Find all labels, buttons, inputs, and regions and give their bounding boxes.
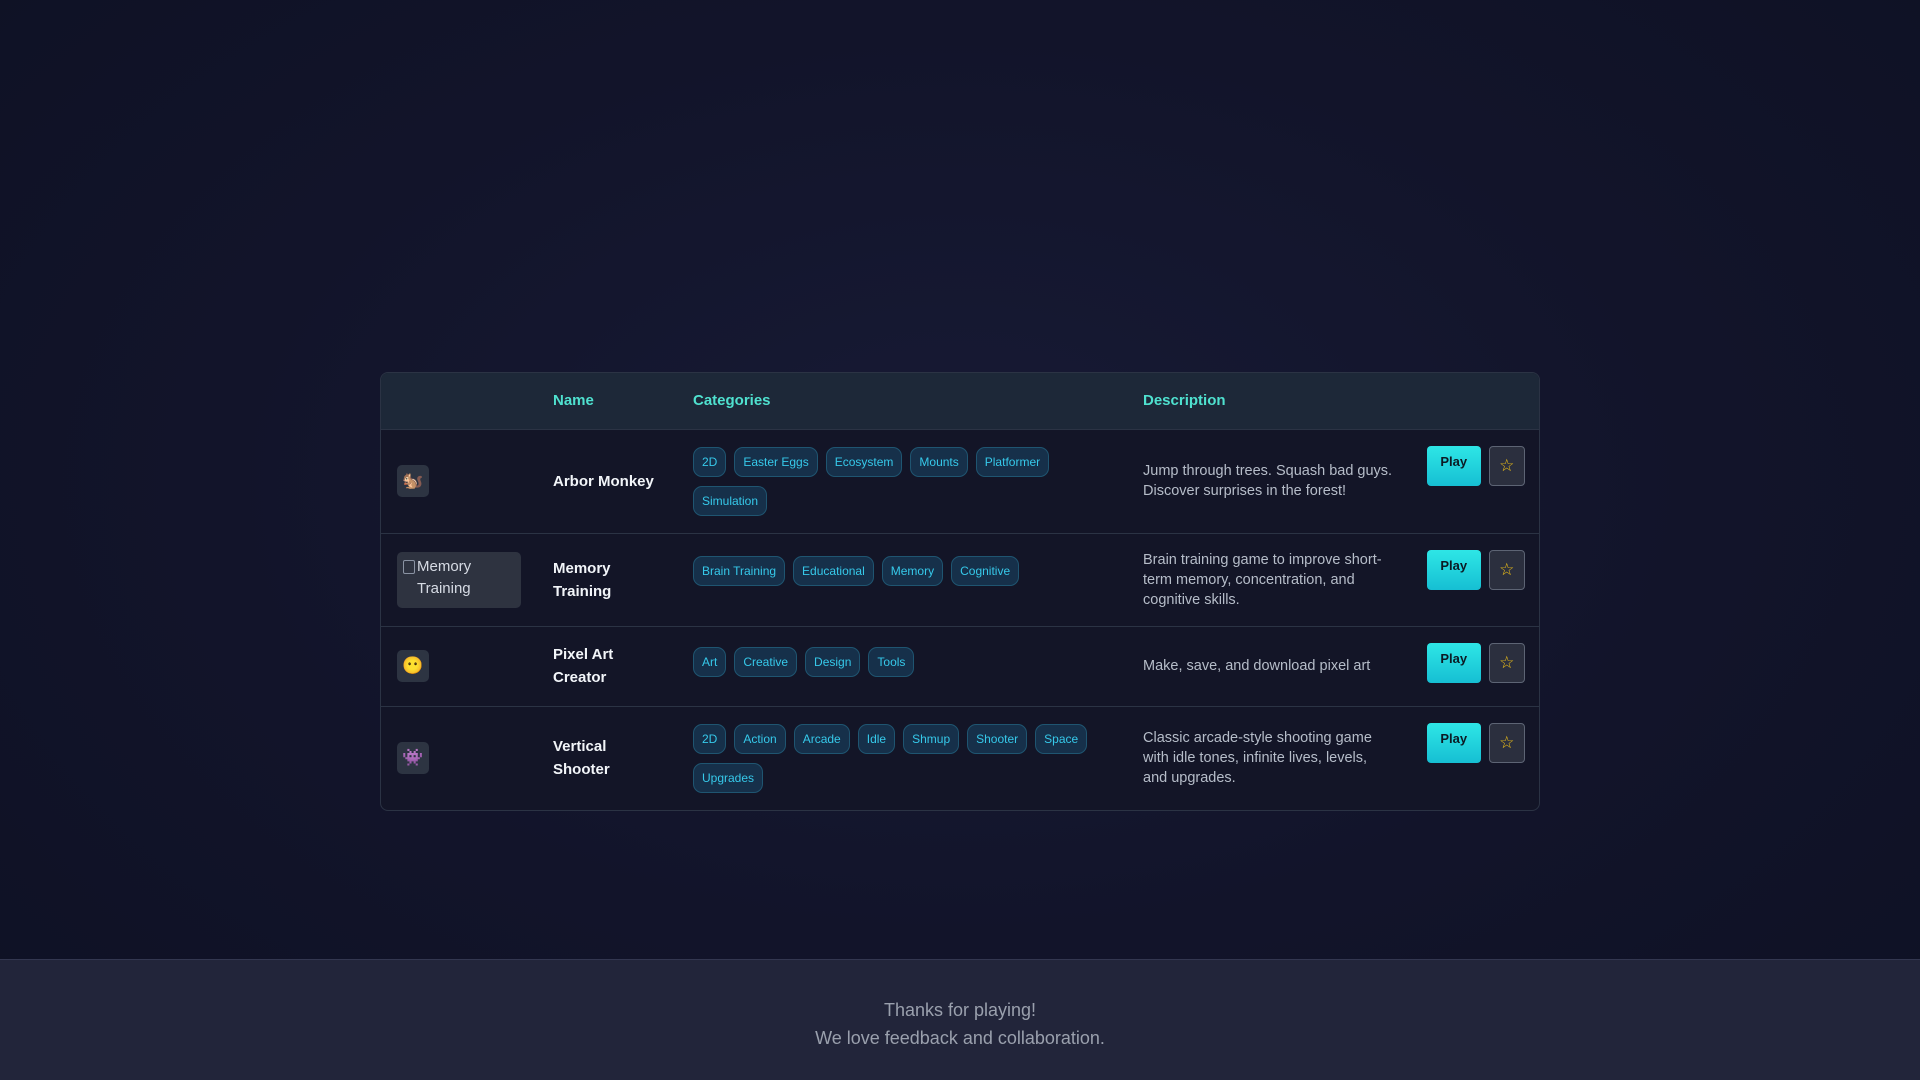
category-tag: Action <box>734 723 786 754</box>
row-actions: Play ☆ <box>1427 722 1525 763</box>
category-tag: 2D <box>693 723 727 754</box>
header-actions <box>1411 373 1539 429</box>
thumbnail-alt-text: Memory Training <box>417 557 472 597</box>
star-icon[interactable]: ☆ <box>1488 722 1525 763</box>
play-button[interactable]: Play <box>1427 549 1481 590</box>
category-tag: Memory <box>881 555 944 586</box>
game-name: Vertical Shooter <box>553 738 610 779</box>
games-table: Name Categories Description 🐿️ Arbor Mon… <box>381 373 1539 810</box>
header-name: Name <box>553 392 594 410</box>
star-icon[interactable]: ☆ <box>1488 445 1525 486</box>
category-tag: 2D <box>693 446 727 477</box>
broken-image-icon <box>403 559 415 574</box>
category-tag: Tools <box>868 646 915 677</box>
table-row: 👾 Vertical Shooter 2D Action Arcade Idle… <box>381 706 1539 810</box>
header-thumb <box>381 373 537 429</box>
category-tag: Upgrades <box>693 762 764 793</box>
game-name: Arbor Monkey <box>553 472 654 490</box>
footer-thanks: Thanks for playing! <box>883 1000 1037 1020</box>
category-tag: Art <box>693 646 727 677</box>
category-tag: Brain Training <box>693 555 786 586</box>
table-header: Name Categories Description <box>381 373 1539 429</box>
category-tag: Idle <box>857 723 896 754</box>
category-tag: Design <box>805 646 861 677</box>
category-tags: 2D Easter Eggs Ecosystem Mounts Platform… <box>693 446 1111 516</box>
game-name: Pixel Art Creator <box>553 646 614 686</box>
broken-image-thumbnail: Memory Training <box>397 551 521 608</box>
game-description: Jump through trees. Squash bad guys. Dis… <box>1143 463 1393 499</box>
star-icon[interactable]: ☆ <box>1488 642 1525 683</box>
header-categories: Categories <box>693 392 771 410</box>
category-tag: Easter Eggs <box>734 446 818 477</box>
category-tag: Educational <box>793 555 874 586</box>
game-description: Classic arcade-style shooting game with … <box>1143 730 1372 787</box>
page-footer: Thanks for playing! We love feedback and… <box>0 959 1920 1080</box>
category-tags: 2D Action Arcade Idle Shmup Shooter Spac… <box>693 723 1111 793</box>
category-tag: Simulation <box>693 485 768 516</box>
footer-feedback: We love feedback and collaboration. <box>815 1028 1105 1048</box>
table-row: 😶 Pixel Art Creator Art Creative Design … <box>381 626 1539 706</box>
category-tag: Creative <box>734 646 798 677</box>
arcade-ship-icon: 👾 <box>397 742 429 775</box>
smiley-icon: 😶 <box>397 650 429 682</box>
play-button[interactable]: Play <box>1427 642 1481 683</box>
game-description: Make, save, and download pixel art <box>1143 658 1371 674</box>
row-actions: Play ☆ <box>1427 549 1525 590</box>
play-button[interactable]: Play <box>1427 445 1481 486</box>
table-row: 🐿️ Arbor Monkey 2D Easter Eggs Ecosystem… <box>381 429 1539 533</box>
category-tag: Mounts <box>910 446 968 477</box>
squirrel-icon: 🐿️ <box>397 465 429 497</box>
header-description: Description <box>1143 392 1226 410</box>
game-name: Memory Training <box>553 559 612 600</box>
row-actions: Play ☆ <box>1427 445 1525 486</box>
category-tag: Space <box>1035 723 1088 754</box>
category-tag: Cognitive <box>951 555 1020 586</box>
table-row: Memory Training Memory Training Brain Tr… <box>381 533 1539 626</box>
play-button[interactable]: Play <box>1427 722 1481 763</box>
category-tags: Art Creative Design Tools <box>693 646 1111 677</box>
category-tag: Shmup <box>903 723 960 754</box>
row-actions: Play ☆ <box>1427 642 1525 683</box>
game-description: Brain training game to improve short-ter… <box>1143 551 1382 608</box>
star-icon[interactable]: ☆ <box>1488 549 1525 590</box>
games-table-container: Name Categories Description 🐿️ Arbor Mon… <box>380 372 1540 811</box>
category-tag: Ecosystem <box>825 446 903 477</box>
category-tags: Brain Training Educational Memory Cognit… <box>693 555 1111 586</box>
category-tag: Arcade <box>793 723 850 754</box>
category-tag: Platformer <box>975 446 1050 477</box>
category-tag: Shooter <box>967 723 1028 754</box>
